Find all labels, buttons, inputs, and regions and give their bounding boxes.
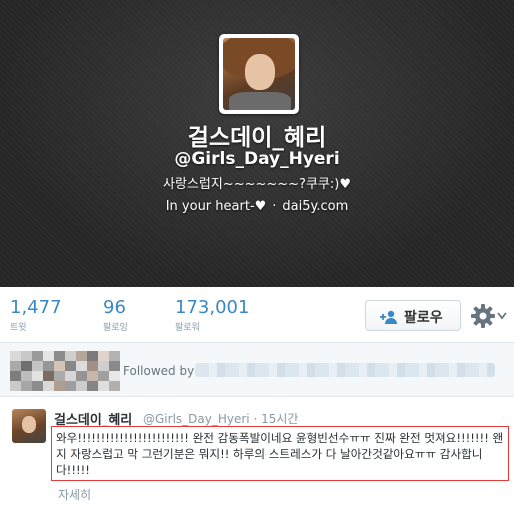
- tweet-expand-link[interactable]: 자세히: [58, 486, 91, 503]
- tweet-author-handle[interactable]: @Girls_Day_Hyeri: [143, 412, 250, 426]
- stat-followers-value: 173,001: [175, 297, 250, 318]
- tweet-time-separator: ·: [253, 412, 258, 426]
- followed-by-label: Followed by: [123, 364, 195, 378]
- stat-followers[interactable]: 173,001 팔로워: [175, 297, 249, 333]
- tweet-timestamp[interactable]: 15시간: [261, 412, 298, 426]
- stat-followers-label: 팔로워: [175, 323, 200, 333]
- profile-location: In your heart-♥: [165, 199, 267, 214]
- add-user-icon: [380, 310, 397, 324]
- stat-tweets[interactable]: 1,477 트윗: [10, 297, 62, 333]
- profile-website-link[interactable]: dai5y.com: [282, 199, 348, 214]
- tweet-avatar[interactable]: [12, 409, 46, 443]
- tweet-text: 와우!!!!!!!!!!!!!!!!!!!!!!!! 완전 감동폭발이네요 윤형…: [56, 431, 504, 477]
- profile-name: 걸스데이_혜리: [187, 125, 327, 151]
- tweet-text-highlight: 와우!!!!!!!!!!!!!!!!!!!!!!!! 완전 감동폭발이네요 윤형…: [51, 426, 509, 481]
- profile-meta: In your heart-♥ · dai5y.com: [0, 199, 514, 214]
- chevron-down-icon[interactable]: [497, 312, 507, 320]
- follow-button-label: 팔로우: [404, 310, 443, 326]
- followed-by-bar: Followed by: [0, 343, 514, 397]
- tweet-meta: @Girls_Day_Hyeri · 15시간: [143, 410, 298, 427]
- profile-bio: 사랑스럽지~~~~~~~?쿠쿠:)♥: [163, 177, 351, 192]
- followed-by-names[interactable]: [195, 363, 495, 377]
- stat-following-value: 96: [103, 297, 126, 318]
- follow-button[interactable]: 팔로우: [365, 300, 461, 331]
- tweet[interactable]: 걸스데이_혜리 @Girls_Day_Hyeri · 15시간 와우!!!!!!…: [0, 397, 514, 507]
- profile-avatar[interactable]: [219, 34, 299, 114]
- stat-following-label: 팔로잉: [103, 323, 128, 333]
- stat-following[interactable]: 96 팔로잉: [103, 297, 128, 333]
- meta-separator: ·: [272, 199, 277, 214]
- profile-handle: @Girls_Day_Hyeri: [174, 149, 340, 169]
- followed-by-avatars[interactable]: [10, 351, 120, 391]
- stat-tweets-value: 1,477: [10, 297, 62, 318]
- profile-header: 걸스데이_혜리 @Girls_Day_Hyeri 사랑스럽지~~~~~~~?쿠쿠…: [0, 0, 514, 287]
- avatar-photo: [223, 38, 295, 110]
- gear-icon[interactable]: [470, 303, 496, 329]
- stat-tweets-label: 트윗: [10, 323, 27, 333]
